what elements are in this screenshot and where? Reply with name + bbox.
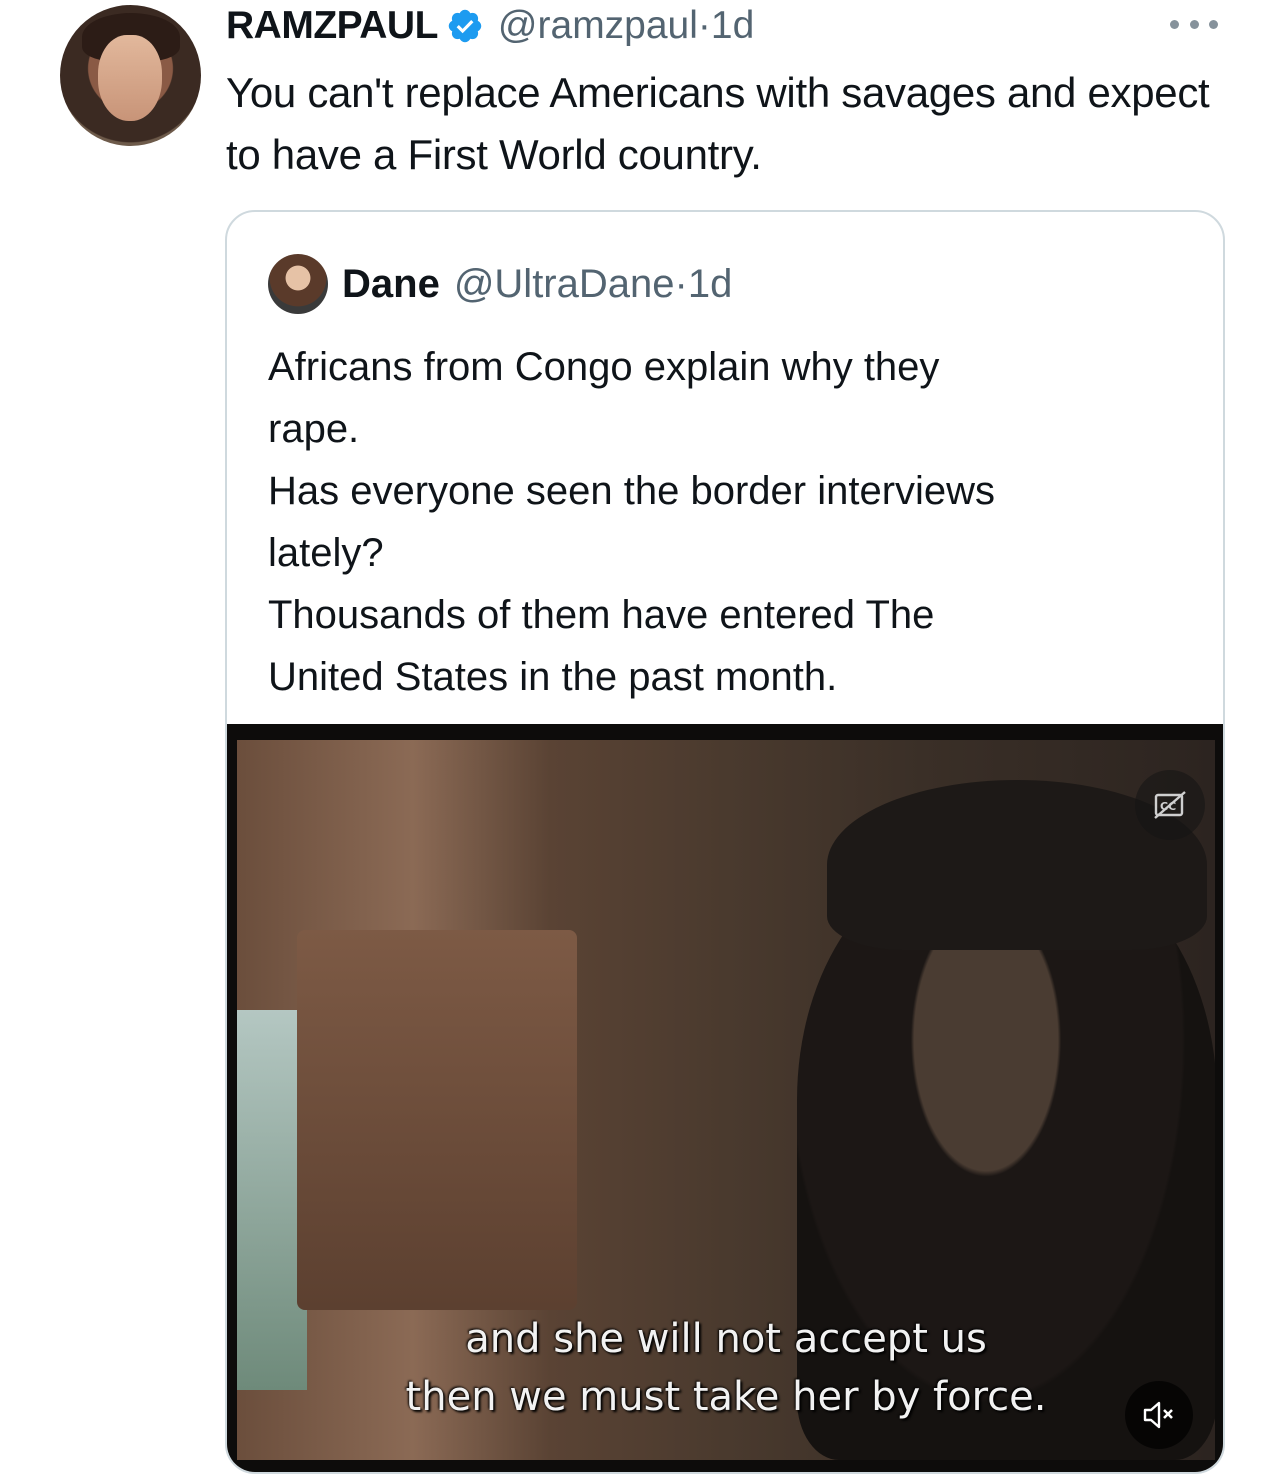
video-brick-wall: [297, 930, 577, 1310]
more-dot: [1209, 19, 1218, 29]
quote-text-line: Has everyone seen the border interviews: [268, 469, 996, 513]
quote-header: Dane @UltraDane·1d: [268, 254, 732, 314]
dot-separator: ·: [697, 4, 711, 47]
quote-text-line: rape.: [268, 407, 360, 451]
quoted-tweet-card[interactable]: Dane @UltraDane·1d Africans from Congo e…: [225, 210, 1225, 1474]
author-name[interactable]: RAMZPAUL: [226, 4, 438, 48]
more-options-icon[interactable]: [1170, 12, 1218, 36]
subtitle-line: and she will not accept us: [465, 1316, 987, 1362]
muted-speaker-icon[interactable]: [1125, 1381, 1193, 1449]
quote-text-line: Thousands of them have entered The: [268, 593, 935, 637]
more-dot: [1170, 19, 1179, 29]
video-frame[interactable]: and she will not accept us then we must …: [237, 740, 1215, 1460]
quote-dot-separator: ·: [674, 261, 688, 306]
quote-author-name[interactable]: Dane: [342, 262, 440, 307]
tweet-timestamp[interactable]: 1d: [711, 4, 754, 47]
quote-author-avatar[interactable]: [268, 254, 328, 314]
more-dot: [1189, 19, 1199, 29]
video-subtitles: and she will not accept us then we must …: [237, 1310, 1215, 1426]
author-avatar[interactable]: [60, 5, 201, 146]
quote-author-handle[interactable]: @UltraDane·1d: [454, 262, 733, 307]
video-player[interactable]: and she will not accept us then we must …: [227, 724, 1223, 1472]
captions-off-icon[interactable]: CC: [1135, 770, 1205, 840]
handle-text: @ramzpaul: [497, 4, 698, 47]
avatar-face: [98, 35, 162, 121]
quote-handle-text: @UltraDane: [453, 261, 675, 306]
quote-text-line: Africans from Congo explain why they: [268, 345, 940, 389]
verified-badge-icon: [446, 7, 484, 45]
quote-timestamp[interactable]: 1d: [688, 262, 733, 306]
quote-text-line: lately?: [268, 531, 384, 575]
tweet-header: RAMZPAUL @ramzpaul·1d: [226, 0, 754, 52]
quote-text-line: United States in the past month.: [268, 655, 838, 699]
author-handle[interactable]: @ramzpaul·1d: [498, 4, 754, 48]
quote-text: Africans from Congo explain why they rap…: [268, 336, 1168, 708]
tweet-text: You can't replace Americans with savages…: [226, 69, 1210, 178]
subtitle-line: then we must take her by force.: [405, 1374, 1047, 1420]
